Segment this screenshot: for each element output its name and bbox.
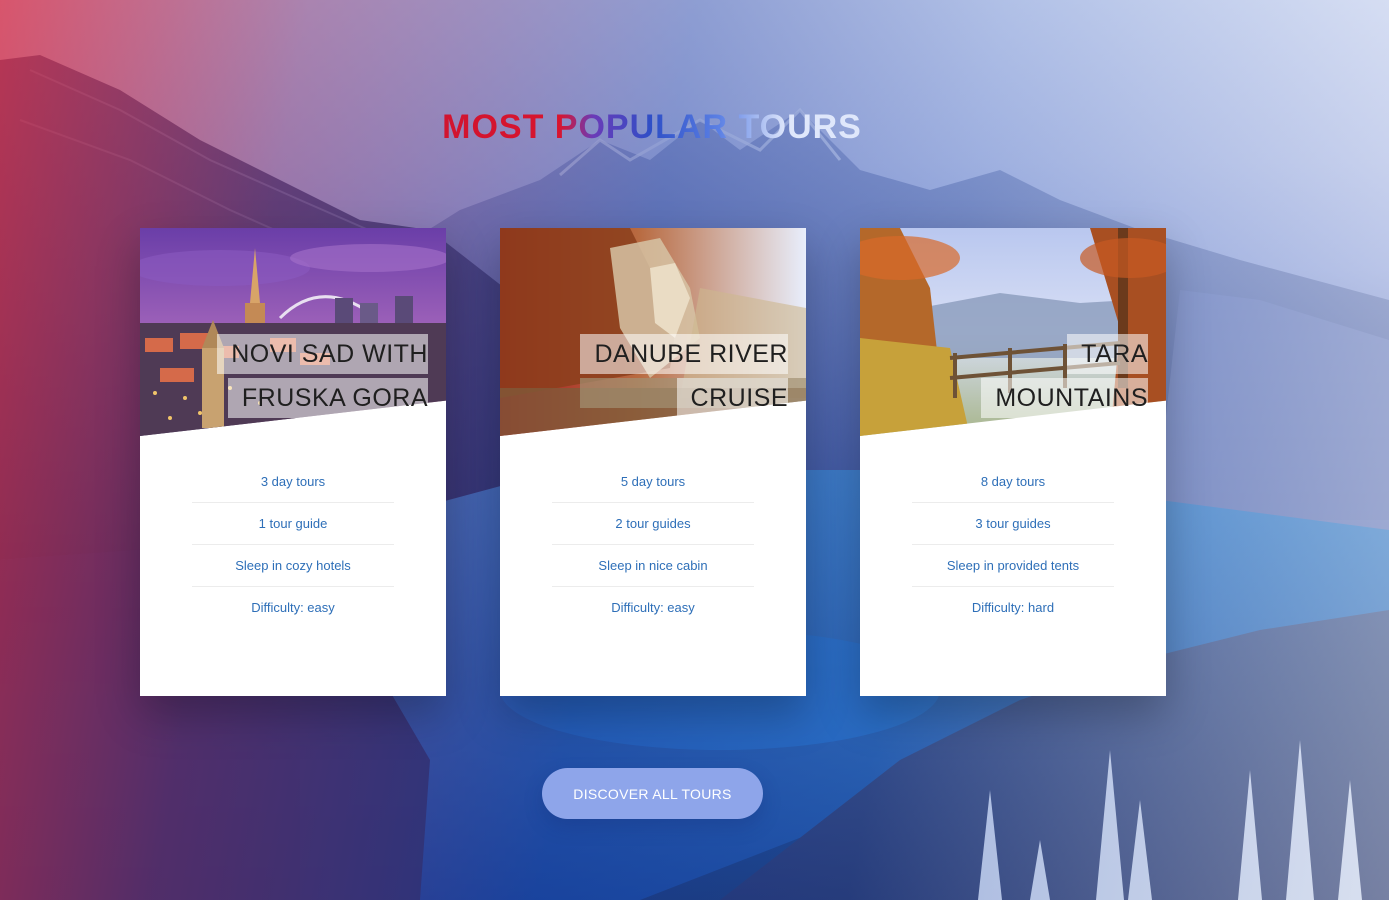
card-title-line1: Tara: [1067, 334, 1148, 374]
card-title: Tara Mountains: [981, 332, 1148, 420]
card-details-list: 5 day tours 2 tour guides Sleep in nice …: [552, 461, 754, 629]
card-title-line1: Novi Sad with: [217, 334, 428, 374]
detail-duration: 3 day tours: [192, 461, 394, 503]
card-title-line2: Cruise: [676, 378, 788, 418]
detail-duration: 8 day tours: [912, 461, 1114, 503]
detail-guides: 3 tour guides: [912, 503, 1114, 545]
card-title-line2: Mountains: [981, 378, 1148, 418]
discover-all-tours-button[interactable]: Discover all tours: [542, 768, 763, 819]
tour-card-danube[interactable]: Danube River Cruise 5 day tours 2 tour g…: [500, 228, 806, 696]
card-title-line1: Danube River: [580, 334, 788, 374]
detail-accommodation: Sleep in nice cabin: [552, 545, 754, 587]
detail-guides: 2 tour guides: [552, 503, 754, 545]
detail-accommodation: Sleep in provided tents: [912, 545, 1114, 587]
card-title-line2: Fruska Gora: [227, 378, 428, 418]
detail-difficulty: Difficulty: hard: [971, 600, 1055, 615]
tour-card-novi-sad[interactable]: Novi Sad with Fruska Gora 3 day tours 1 …: [140, 228, 446, 696]
detail-difficulty: Difficulty: easy: [611, 600, 695, 615]
detail-accommodation: Sleep in cozy hotels: [192, 545, 394, 587]
card-details-list: 8 day tours 3 tour guides Sleep in provi…: [912, 461, 1114, 629]
detail-duration: 5 day tours: [552, 461, 754, 503]
tour-card-tara[interactable]: Tara Mountains 8 day tours 3 tour guides…: [860, 228, 1166, 696]
section-title: Most popular tours: [442, 108, 862, 146]
section-heading-wrapper: Most popular tours: [0, 108, 1389, 147]
card-title: Novi Sad with Fruska Gora: [217, 332, 428, 420]
detail-guides: 1 tour guide: [192, 503, 394, 545]
detail-difficulty: Difficulty: easy: [251, 600, 335, 615]
card-title: Danube River Cruise: [580, 332, 788, 420]
card-details-list: 3 day tours 1 tour guide Sleep in cozy h…: [192, 461, 394, 629]
